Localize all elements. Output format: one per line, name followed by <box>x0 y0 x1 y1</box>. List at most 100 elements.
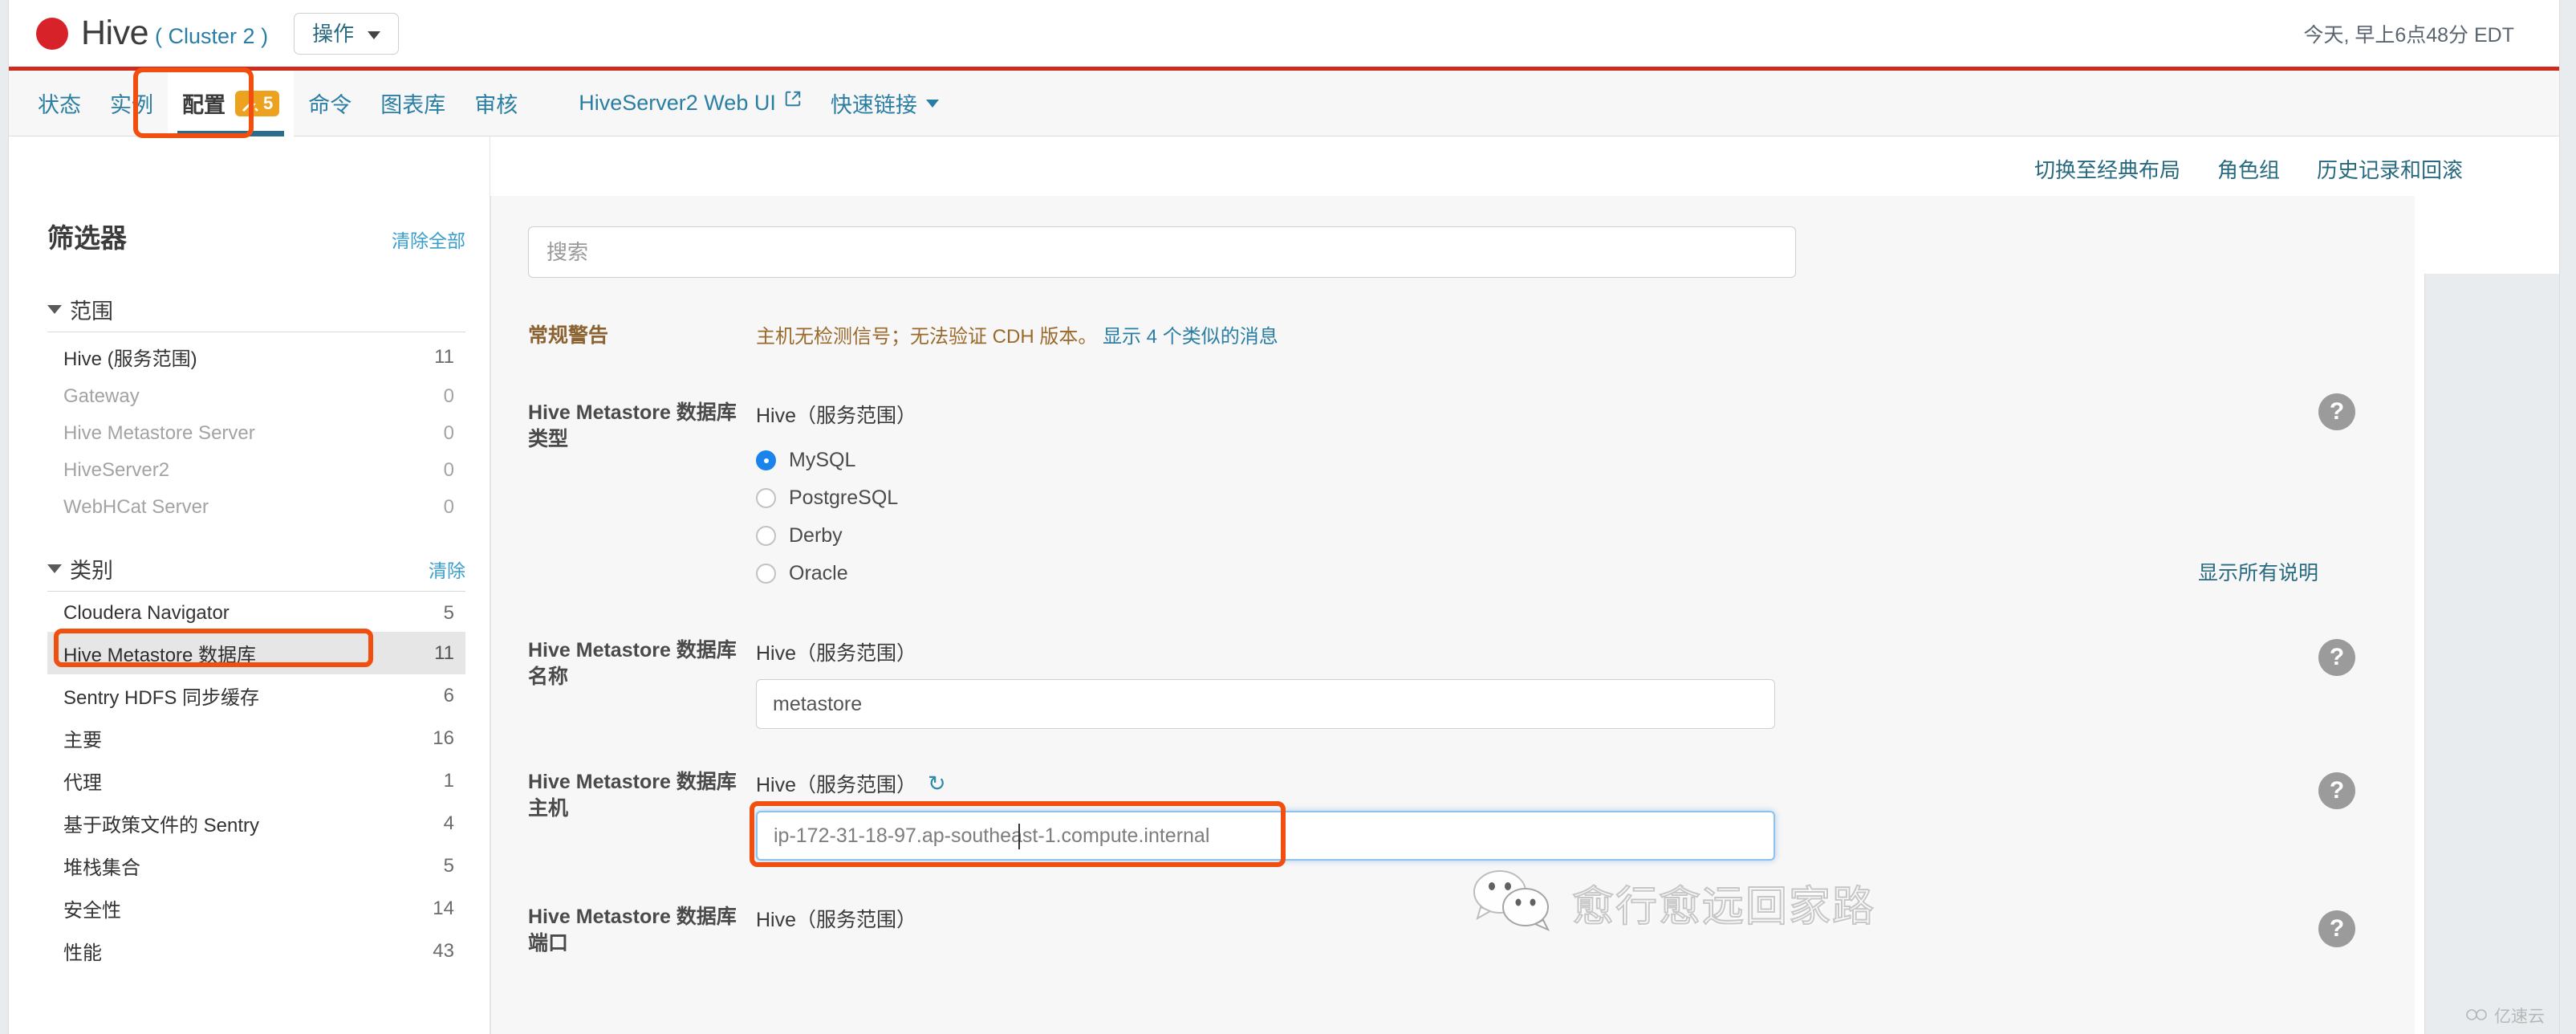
config-changes-badge[interactable]: 5 <box>235 90 280 116</box>
config-label-metastore-db-port: Hive Metastore 数据库端口 <box>528 906 737 955</box>
facet-item-label: Gateway <box>63 385 140 407</box>
clear-category-filter-link[interactable]: 清除 <box>429 556 465 583</box>
config-label-metastore-db-host: Hive Metastore 数据库主机 <box>528 771 737 820</box>
facet-item-main[interactable]: 主要 16 <box>47 717 465 759</box>
metastore-db-name-input[interactable] <box>756 679 1775 729</box>
radio-option-derby[interactable]: Derby <box>756 517 2383 555</box>
config-row-metastore-db-name: Hive Metastore 数据库名称 Hive（服务范围） ? <box>491 600 2415 737</box>
history-and-rollback-link[interactable]: 历史记录和回滚 <box>2317 154 2463 184</box>
right-page-gutter <box>2424 274 2559 1034</box>
facet-item-label: 基于政策文件的 Sentry <box>63 815 260 837</box>
tab-hiveserver2-web-ui[interactable]: HiveServer2 Web UI <box>564 71 816 136</box>
service-status-red-circle-icon <box>36 17 68 50</box>
config-scope-label: Hive（服务范围） <box>756 405 917 427</box>
tab-commands[interactable]: 命令 <box>294 71 366 136</box>
service-nav-tabs: 状态 实例 配置 5 命令 图表库 审核 HiveServer2 Web UI … <box>9 67 2559 138</box>
facet-item-hiveserver2[interactable]: HiveServer2 0 <box>47 452 465 489</box>
general-warning-text: 主机无检测信号；无法验证 CDH 版本。 <box>756 326 1098 348</box>
app-shell: Hive ( Cluster 2 ) 操作 今天, 早上6点48分 EDT 状态… <box>8 0 2560 1034</box>
facet-item-gateway[interactable]: Gateway 0 <box>47 378 465 415</box>
role-groups-link[interactable]: 角色组 <box>2217 154 2280 184</box>
facet-item-policy-file-sentry[interactable]: 基于政策文件的 Sentry 4 <box>47 802 465 845</box>
facet-item-sentry-hdfs-sync-cache[interactable]: Sentry HDFS 同步缓存 6 <box>47 674 465 717</box>
general-warning-row: 常规警告 主机无检测信号；无法验证 CDH 版本。 显示 4 个类似的消息 <box>491 278 2415 360</box>
facet-item-hive-service-wide[interactable]: Hive (服务范围) 11 <box>47 336 465 378</box>
config-search-input[interactable] <box>528 226 1796 278</box>
filters-header: 筛选器 清除全部 <box>47 217 465 255</box>
metastore-db-type-radio-group: MySQL PostgreSQL Derby Oracle <box>756 442 2383 592</box>
wrench-icon <box>240 94 259 113</box>
facet-scope-header[interactable]: 范围 <box>47 294 465 332</box>
facet-item-count: 5 <box>443 602 454 624</box>
facet-item-security[interactable]: 安全性 14 <box>47 887 465 930</box>
facet-item-count: 0 <box>443 459 454 481</box>
config-toolbar-links: 切换至经典布局 角色组 历史记录和回滚 <box>2034 154 2463 184</box>
help-icon[interactable]: ? <box>2318 910 2355 947</box>
facet-item-stacks-collection[interactable]: 堆栈集合 5 <box>47 845 465 887</box>
external-link-icon <box>784 88 802 113</box>
facet-item-label: WebHCat Server <box>63 496 209 518</box>
reset-to-default-icon[interactable]: ↻ <box>928 771 946 796</box>
facet-item-proxy[interactable]: 代理 1 <box>47 759 465 802</box>
facet-item-label: HiveServer2 <box>63 459 170 481</box>
radio-postgresql-indicator[interactable] <box>756 488 776 508</box>
facet-item-count: 0 <box>443 496 454 518</box>
text-cursor <box>1018 824 1020 849</box>
tab-status-label: 状态 <box>38 93 81 117</box>
facet-item-label: 主要 <box>63 730 102 751</box>
tab-charts-library[interactable]: 图表库 <box>366 71 460 136</box>
general-warning-field: 主机无检测信号；无法验证 CDH 版本。 显示 4 个类似的消息 <box>756 323 2415 352</box>
clear-all-filters-link[interactable]: 清除全部 <box>392 226 465 253</box>
actions-dropdown-button[interactable]: 操作 <box>294 12 400 55</box>
facet-item-label: 代理 <box>63 772 102 794</box>
facet-item-performance[interactable]: 性能 43 <box>47 930 465 972</box>
tab-instances[interactable]: 实例 <box>95 71 168 136</box>
general-warning-text-wrap: 主机无检测信号；无法验证 CDH 版本。 显示 4 个类似的消息 <box>756 323 2383 352</box>
page-body: 切换至经典布局 角色组 历史记录和回滚 筛选器 清除全部 范围 Hive (服务… <box>9 136 2559 1034</box>
tab-audits-label: 审核 <box>474 93 518 117</box>
facet-item-label: Hive (服务范围) <box>63 348 197 370</box>
radio-option-label: Oracle <box>789 562 848 584</box>
chevron-down-icon <box>368 31 381 39</box>
config-field-metastore-db-port: Hive（服务范围） <box>756 904 2415 956</box>
facet-item-label: 性能 <box>63 942 102 964</box>
metastore-db-host-input[interactable] <box>756 811 1775 861</box>
screenshot-root: Hive ( Cluster 2 ) 操作 今天, 早上6点48分 EDT 状态… <box>0 0 2576 1034</box>
show-similar-messages-link[interactable]: 显示 4 个类似的消息 <box>1103 326 1278 348</box>
facet-item-count: 6 <box>443 684 454 706</box>
facet-item-count: 11 <box>434 641 454 664</box>
facet-item-hive-metastore-server[interactable]: Hive Metastore Server 0 <box>47 415 465 452</box>
metastore-db-host-input-wrap <box>750 801 1775 867</box>
help-icon[interactable]: ? <box>2318 393 2355 430</box>
facet-item-webhcat-server[interactable]: WebHCat Server 0 <box>47 489 465 526</box>
facet-item-count: 4 <box>443 812 454 834</box>
radio-mysql-indicator[interactable] <box>756 450 776 470</box>
facet-item-count: 0 <box>443 385 454 407</box>
radio-option-oracle[interactable]: Oracle <box>756 555 2383 592</box>
facet-item-count: 43 <box>433 939 454 962</box>
facet-item-count: 16 <box>433 727 454 749</box>
facet-scope: 范围 Hive (服务范围) 11 Gateway 0 Hive Metasto… <box>47 294 465 526</box>
radio-derby-indicator[interactable] <box>756 526 776 546</box>
radio-option-mysql[interactable]: MySQL <box>756 442 2383 479</box>
facet-category-header[interactable]: 类别 清除 <box>47 553 465 592</box>
help-icon[interactable]: ? <box>2318 639 2355 676</box>
facet-item-cloudera-navigator[interactable]: Cloudera Navigator 5 <box>47 595 465 632</box>
switch-to-classic-layout-link[interactable]: 切换至经典布局 <box>2034 154 2180 184</box>
tab-status[interactable]: 状态 <box>23 71 95 136</box>
radio-oracle-indicator[interactable] <box>756 564 776 584</box>
help-icon[interactable]: ? <box>2318 772 2355 809</box>
facet-item-count: 14 <box>433 897 454 919</box>
facet-item-label: 安全性 <box>63 900 121 922</box>
config-label-metastore-db-name: Hive Metastore 数据库名称 <box>528 639 737 688</box>
tab-charts-library-label: 图表库 <box>380 93 446 117</box>
tab-quick-links[interactable]: 快速链接 <box>816 71 953 136</box>
radio-option-postgresql[interactable]: PostgreSQL <box>756 479 2383 517</box>
tab-audits[interactable]: 审核 <box>460 71 532 136</box>
facet-item-hive-metastore-database[interactable]: Hive Metastore 数据库 11 <box>47 629 465 674</box>
filters-sidebar: 筛选器 清除全部 范围 Hive (服务范围) 11 Gateway 0 Hiv… <box>9 136 490 1034</box>
general-warning-label: 常规警告 <box>528 324 609 347</box>
config-changes-count: 5 <box>263 92 274 113</box>
service-name: Hive <box>81 14 149 52</box>
tab-configuration[interactable]: 配置 5 <box>168 70 295 136</box>
